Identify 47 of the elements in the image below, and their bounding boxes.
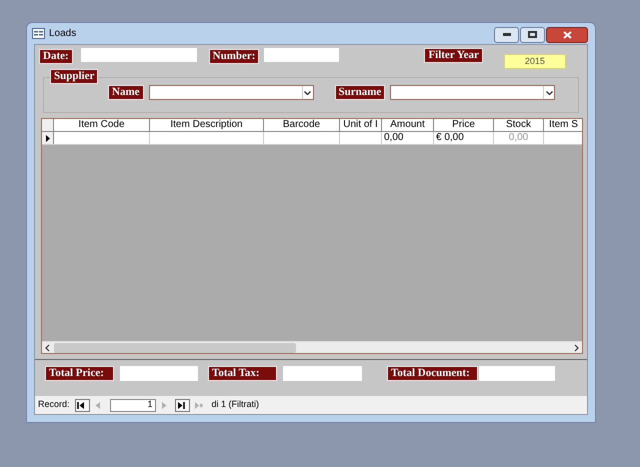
record-label: Record:	[38, 398, 70, 412]
total-field[interactable]	[479, 366, 555, 381]
close-button[interactable]	[546, 26, 588, 42]
number-field[interactable]	[264, 48, 340, 62]
minimize-button[interactable]	[494, 26, 519, 42]
column-header[interactable]: Item S	[544, 119, 582, 131]
number-label: Number:	[208, 49, 260, 64]
column-header[interactable]: Price	[434, 119, 494, 131]
record-number-field[interactable]: 1	[110, 398, 156, 412]
name-label: Name	[108, 85, 144, 100]
column-header[interactable]: Stock	[494, 119, 544, 131]
form-icon	[32, 28, 45, 39]
window-title: Loads	[49, 27, 76, 41]
surname-label: Surname	[334, 85, 386, 100]
date-field[interactable]	[80, 48, 197, 62]
horizontal-scrollbar[interactable]	[42, 341, 582, 353]
total-field[interactable]	[120, 366, 198, 381]
total-label: Total Tax:	[208, 366, 277, 381]
table-cell: 0,00	[382, 132, 434, 144]
minimize-icon	[502, 33, 510, 36]
maximize-button[interactable]	[520, 26, 545, 42]
total-label: Total Document:	[387, 366, 478, 381]
total-field[interactable]	[283, 366, 362, 381]
close-icon	[562, 30, 572, 38]
column-header[interactable]: Amount	[382, 119, 434, 131]
new-record-icon	[194, 400, 204, 410]
total-label: Total Price:	[45, 366, 114, 381]
table-cell: € 0,00	[434, 132, 494, 144]
scroll-thumb[interactable]	[54, 342, 296, 352]
last-record-button[interactable]	[174, 398, 190, 412]
filter-year-label: Filter Year	[424, 48, 483, 63]
date-label: Date:	[39, 49, 73, 64]
column-header[interactable]: Barcode	[264, 119, 340, 131]
name-dropdown[interactable]	[148, 85, 314, 100]
current-row-icon	[46, 134, 50, 142]
row-selector[interactable]	[42, 132, 54, 144]
year-field[interactable]: 2015	[504, 54, 566, 69]
table-cell: 0,00	[494, 132, 544, 144]
maximize-icon	[528, 31, 537, 38]
column-header[interactable]: Item Description	[150, 119, 264, 131]
record-count-text: di 1 (Filtrati)	[212, 398, 260, 412]
column-header[interactable]: Unit of I	[340, 119, 382, 131]
first-record-button[interactable]	[74, 398, 90, 412]
column-header[interactable]: Item Code	[54, 119, 150, 131]
surname-dropdown[interactable]	[390, 85, 556, 100]
last-record-icon	[177, 400, 188, 410]
supplier-label: Supplier	[50, 69, 98, 84]
